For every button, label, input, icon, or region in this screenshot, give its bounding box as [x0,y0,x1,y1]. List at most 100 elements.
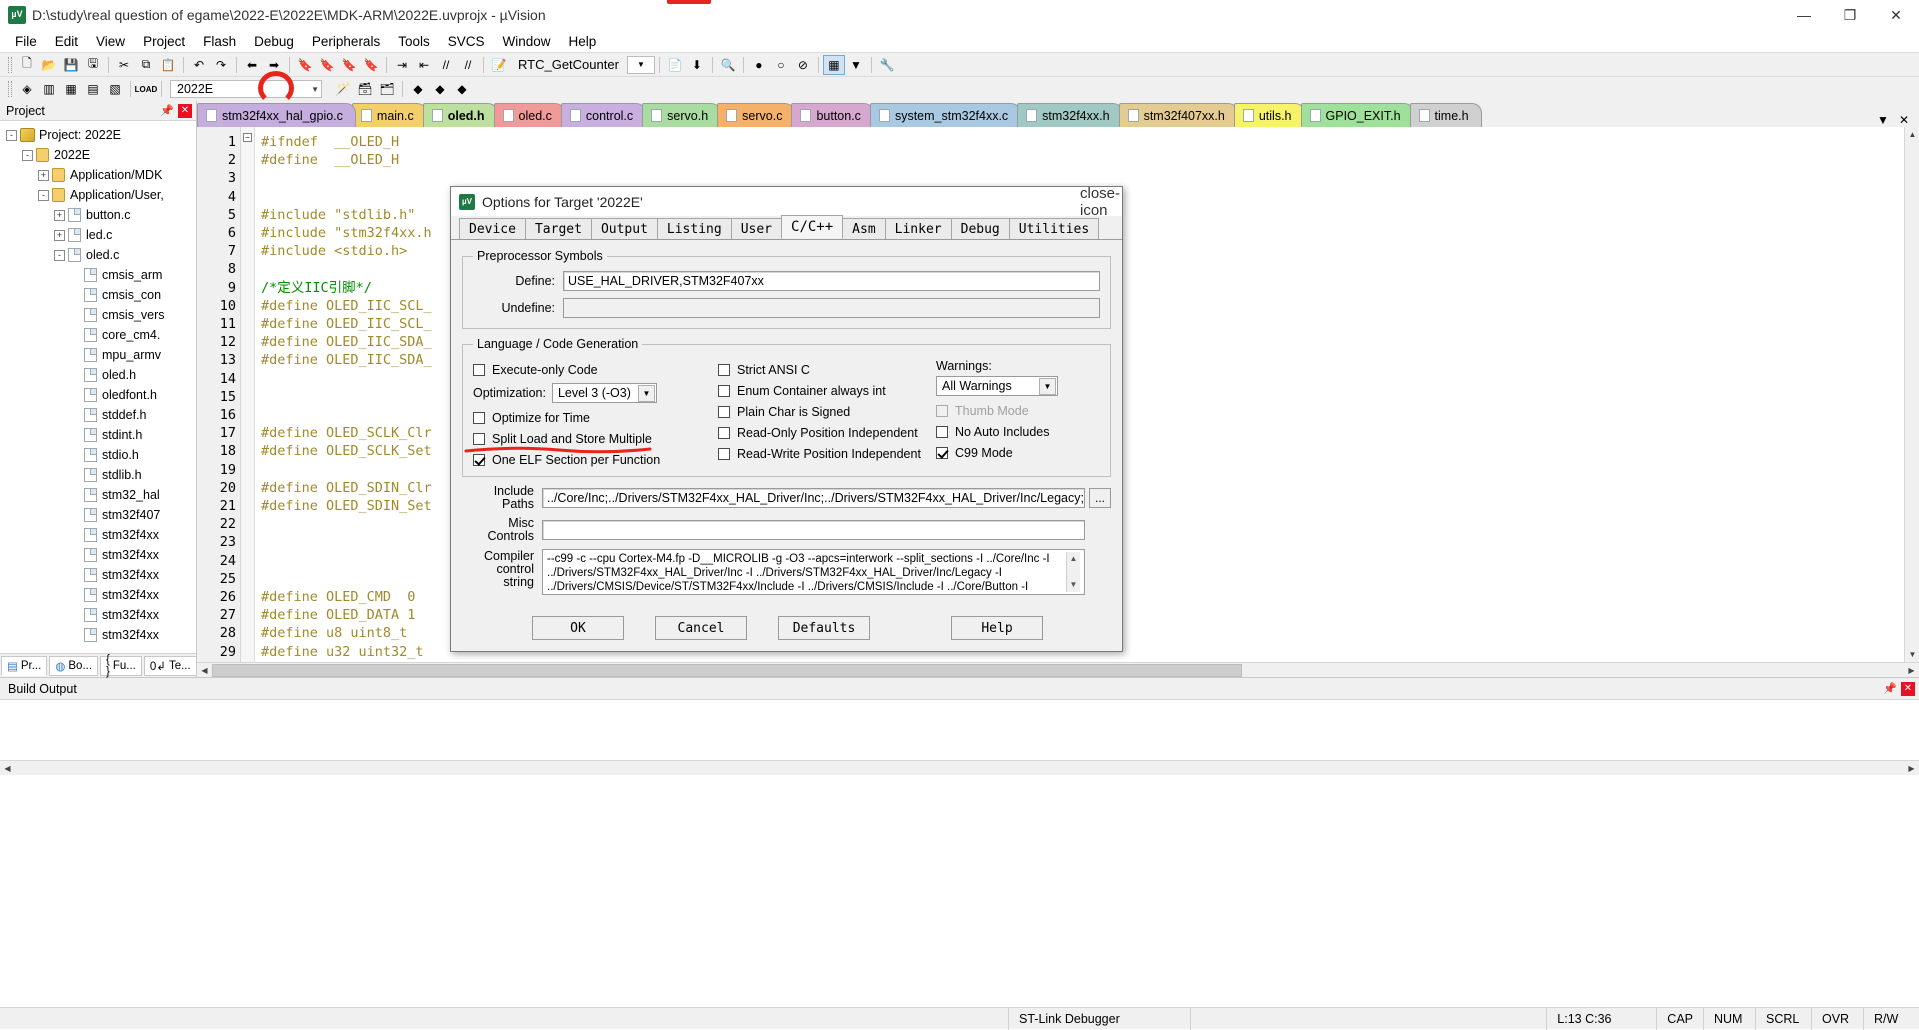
target-options-icon[interactable]: 🪄 [332,79,354,99]
collapse-icon[interactable]: - [22,149,33,161]
editor-tab[interactable]: control.c [560,103,647,127]
navigate-forward-icon[interactable]: ➡ [263,55,285,75]
editor-tab[interactable]: GPIO_EXIT.h [1300,103,1414,127]
tree-item[interactable]: + Application/MDK [0,165,196,185]
checkbox-icon[interactable] [473,363,485,376]
bookmark-next-icon[interactable]: 🔖 [338,55,360,75]
tree-item[interactable]: - 2022E [0,145,196,165]
close-icon[interactable]: ✕ [178,103,192,118]
editor-vertical-scrollbar[interactable]: ▲ ▼ [1904,127,1919,662]
rebuild-icon[interactable]: ▦ [60,79,82,99]
project-tree[interactable]: - Project: 2022E -2022E + Application/MDK - Ap… [0,121,196,653]
close-icon[interactable]: ✕ [1901,681,1915,696]
dialog-tab-debug[interactable]: Debug [950,218,1010,239]
scroll-down-icon[interactable]: ▼ [1905,647,1919,662]
tree-item[interactable]: cmsis_con [0,285,196,305]
checkbox-icon[interactable] [718,363,730,376]
check-read-only-position-independent[interactable]: Read-Only Position Independent [718,422,936,443]
close-button[interactable]: ✕ [1873,0,1919,30]
navigate-back-icon[interactable]: ⬅ [241,55,263,75]
menu-item-svcs[interactable]: SVCS [439,32,494,51]
editor-horizontal-scrollbar[interactable]: ◀ ▶ [197,662,1919,677]
dialog-tab-c-c-[interactable]: C/C++ [781,215,844,239]
editor-tab[interactable]: stm32f407xx.h [1118,103,1238,127]
insert-template-icon[interactable]: 📄 [664,55,686,75]
paste-icon[interactable]: 📋 [157,55,179,75]
check-enum-container-always-int[interactable]: Enum Container always int [718,380,936,401]
editor-tab[interactable]: servo.c [717,103,796,127]
checkbox-icon[interactable] [718,447,730,460]
scroll-up-icon[interactable]: ▲ [1905,127,1919,142]
tree-item[interactable]: stdint.h [0,425,196,445]
tab-project[interactable]: ▤ Pr... [1,655,48,676]
multi-project-icon[interactable]: 🗂 [376,79,398,99]
optimization-dropdown[interactable]: Level 3 (-O3) ▼ [551,383,657,403]
tab-templates[interactable]: 0↲ Te... [143,655,197,676]
editor-tab[interactable]: main.c [351,103,427,127]
menu-item-flash[interactable]: Flash [194,32,245,51]
menu-item-debug[interactable]: Debug [245,32,303,51]
dialog-tab-device[interactable]: Device [459,218,526,239]
download-icon[interactable]: ⬇ [686,55,708,75]
editor-tab[interactable]: utils.h [1233,103,1305,127]
tree-item[interactable]: oled.h [0,365,196,385]
menu-item-tools[interactable]: Tools [389,32,439,51]
tree-item[interactable]: stm32f4xx [0,585,196,605]
copy-icon[interactable]: ⧉ [135,55,157,75]
svcs-icon[interactable]: ◆ [451,79,473,99]
checkbox-icon[interactable] [936,446,948,459]
check-no-auto-includes[interactable]: No Auto Includes [936,421,1086,442]
chevron-down-icon[interactable]: ▼ [1039,377,1056,395]
tree-item[interactable]: stm32f407 [0,505,196,525]
cut-icon[interactable]: ✂ [113,55,135,75]
target-selector[interactable]: 2022E ▼ [170,80,322,98]
scroll-right-icon[interactable]: ▶ [1904,762,1919,775]
checkbox-icon[interactable] [473,432,485,445]
editor-tab-bar[interactable]: stm32f4xx_hal_gpio.c main.c oled.h oled.c co… [197,101,1919,127]
new-file-icon[interactable]: 🗋 [16,55,38,75]
tree-item[interactable]: stdio.h [0,445,196,465]
dialog-tab-target[interactable]: Target [524,218,592,239]
editor-tab[interactable]: oled.h [422,103,498,127]
save-all-icon[interactable]: 🖫 [82,55,104,75]
close-icon[interactable]: ✕ [1899,113,1909,127]
compiler-control-string-box[interactable]: --c99 -c --cpu Cortex-M4.fp -D__MICROLIB… [542,549,1085,595]
pack-installer-icon[interactable]: ◆ [429,79,451,99]
find-in-files-icon[interactable]: 🔍 [717,55,739,75]
tree-item[interactable]: stm32f4xx [0,545,196,565]
undefine-input[interactable] [563,298,1100,318]
check-plain-char-is-signed[interactable]: Plain Char is Signed [718,401,936,422]
checkbox-icon[interactable] [718,384,730,397]
tree-item[interactable]: stdlib.h [0,465,196,485]
redo-icon[interactable]: ↷ [210,55,232,75]
manage-run-time-env-icon[interactable]: 🗃 [354,79,376,99]
stop-build-icon[interactable]: ▧ [104,79,126,99]
indent-right-icon[interactable]: ⇥ [391,55,413,75]
breakpoint-disable-icon[interactable]: ○ [770,55,792,75]
toolbar-grip-2[interactable] [8,81,12,97]
checkbox-icon[interactable] [936,425,948,438]
build-icon[interactable]: ▥ [38,79,60,99]
tree-item[interactable]: stm32f4xx [0,565,196,585]
debug-session-icon[interactable]: 📝 [488,55,510,75]
defaults-button[interactable]: Defaults [778,616,870,640]
load-icon[interactable]: LOAD [135,79,158,99]
menu-item-file[interactable]: File [6,32,46,51]
include-paths-browse-button[interactable]: ... [1089,488,1111,508]
checkbox-icon[interactable] [718,405,730,418]
menu-item-edit[interactable]: Edit [46,32,87,51]
bookmark-toggle-icon[interactable]: 🔖 [294,55,316,75]
comment-icon[interactable]: // [435,55,457,75]
cancel-button[interactable]: Cancel [655,616,747,640]
check-one-elf-section[interactable]: One ELF Section per Function [473,449,718,470]
configuration-wizard-icon[interactable]: 🔧 [876,55,898,75]
scroll-up-icon[interactable]: ▲ [1070,552,1078,566]
checkbox-icon[interactable] [473,411,485,424]
dialog-tab-user[interactable]: User [730,218,783,239]
uncomment-icon[interactable]: // [457,55,479,75]
minimize-button[interactable]: — [1781,0,1827,30]
fold-toggle-icon[interactable]: − [243,133,252,142]
editor-tab[interactable]: system_stm32f4xx.c [869,103,1022,127]
chevron-down-icon[interactable]: ▼ [1877,113,1889,127]
check-read-write-position-independent[interactable]: Read-Write Position Independent [718,443,936,464]
